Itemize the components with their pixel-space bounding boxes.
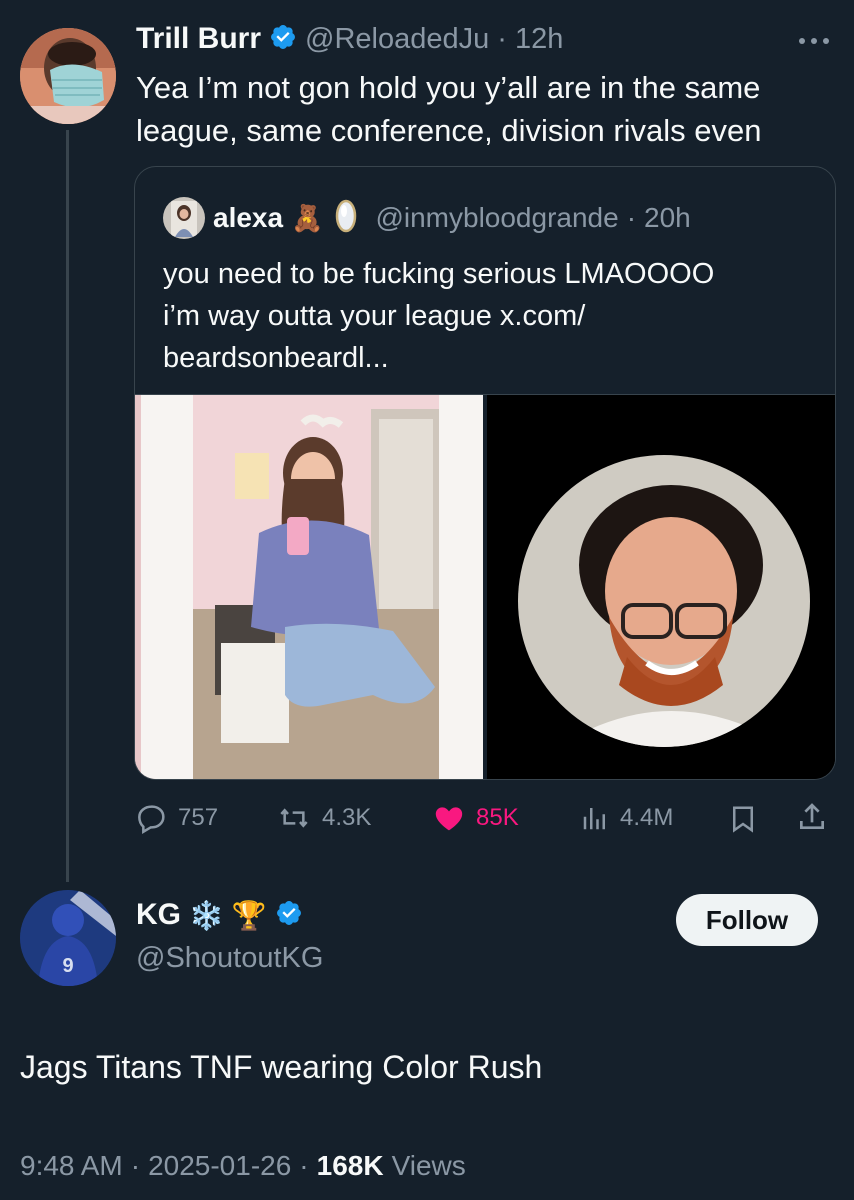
more-dots-icon[interactable] [796,34,832,48]
quote-text-line-1: you need to be fucking serious LMAOOOO [163,258,715,290]
repost-icon [280,808,308,828]
main-author-handle[interactable]: @ShoutoutKG [136,942,323,975]
parent-tweet-text: Yea I’m not gon hold you y’all are in th… [136,70,762,148]
quote-author-handle[interactable]: @inmybloodgrande [375,202,618,234]
verified-badge-icon [275,899,303,932]
quote-text-line-2[interactable]: i’m way outta your league x.com/ [163,295,803,337]
separator-dot: · [497,22,507,55]
like-button[interactable]: 85K [432,802,519,834]
media-divider [483,395,487,779]
quoted-tweet-card[interactable]: alexa 🧸 @inmybloodgrande · 20h you need … [134,166,836,780]
analytics-icon [583,808,605,830]
tweet-time[interactable]: 12h [515,23,563,56]
teddy-bear-emoji: 🧸 [291,202,324,233]
quote-time[interactable]: 20h [644,202,691,234]
quote-text-line-3[interactable]: beardsonbeardl... [163,337,803,379]
thread-line [66,130,69,882]
quote-text: you need to be fucking serious LMAOOOO i… [163,253,803,379]
reply-count: 757 [178,804,219,831]
quote-header: alexa 🧸 @inmybloodgrande · 20h [163,197,691,239]
heart-filled-icon [435,807,463,831]
separator-dot: · [130,1150,141,1181]
quote-media-top-border [135,394,835,395]
svg-text:9: 9 [62,955,73,977]
reply-button[interactable]: 757 [136,802,218,834]
trophy-emoji: 🏆 [231,899,267,931]
parent-action-bar: 757 4.3K 85K 4.4M [136,796,832,840]
snowflake-emoji: ❄️ [189,899,224,931]
separator-dot: · [299,1150,309,1181]
main-tweet-text: Jags Titans TNF wearing Color Rush [20,1049,543,1085]
repost-button[interactable]: 4.3K [276,802,371,834]
views-total: 168K [316,1150,384,1181]
main-author-name[interactable]: KG [136,898,181,932]
follow-button[interactable]: Follow [676,894,818,946]
tweet-meta-row: 9:48 AM · 2025-01-26 · 168K Views [20,1150,466,1182]
repost-count: 4.3K [322,804,372,831]
bookmark-icon[interactable] [728,802,758,841]
author-name[interactable]: Trill Burr [136,22,261,56]
mirror-icon [335,199,357,238]
share-icon[interactable] [796,800,828,839]
media-image-profile-photo[interactable] [487,395,835,779]
separator-dot: · [626,202,637,233]
views-count: 4.4M [620,804,674,831]
main-tweet-header: KG ❄️ 🏆 [136,898,303,932]
verified-badge-icon [269,23,297,56]
views-label: Views [391,1150,466,1181]
views-button[interactable]: 4.4M [580,802,673,834]
avatar-trill-burr[interactable] [20,28,116,124]
media-image-mirror-selfie[interactable] [135,395,483,779]
parent-tweet-header: Trill Burr @ReloadedJu · 12h [136,22,563,56]
avatar-kg[interactable]: 9 [20,890,116,986]
like-count: 85K [476,804,519,831]
reply-icon [138,805,165,834]
tweet-date[interactable]: 2025-01-26 [148,1150,291,1182]
author-handle[interactable]: @ReloadedJu [305,23,489,56]
quote-author-name[interactable]: alexa [213,202,283,234]
tweet-timestamp[interactable]: 9:48 AM [20,1150,123,1182]
avatar-alexa[interactable] [163,197,205,239]
